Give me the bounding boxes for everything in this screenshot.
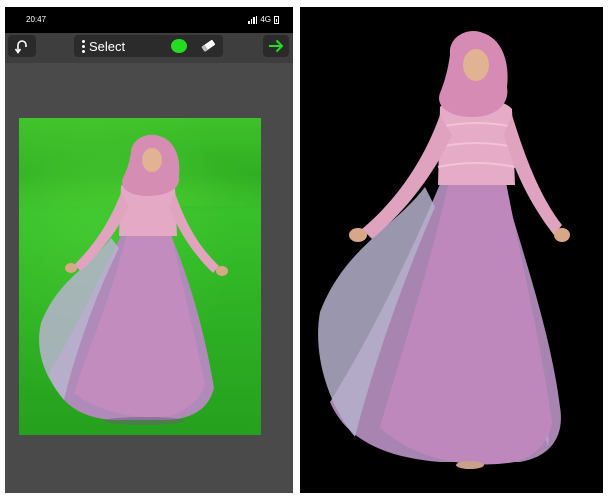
edit-canvas[interactable] (19, 118, 261, 435)
subject-cutout (318, 31, 570, 469)
arrow-right-icon (269, 39, 284, 53)
undo-button[interactable] (8, 35, 36, 57)
select-mode-button[interactable]: Select (89, 39, 125, 54)
eraser-icon[interactable] (199, 38, 217, 54)
status-indicators: 4G (248, 15, 279, 24)
network-label: 4G (260, 15, 271, 24)
more-vert-icon[interactable] (82, 40, 85, 53)
editor-toolbar: Select (5, 33, 293, 63)
status-bar: 20:47 4G (5, 7, 293, 33)
cutout-preview (300, 7, 603, 493)
battery-icon (274, 15, 279, 24)
selection-tool-bar: Select (74, 35, 223, 57)
next-button[interactable] (263, 35, 289, 57)
brush-color-button[interactable] (171, 39, 187, 53)
subject-figure (39, 134, 228, 425)
undo-icon (14, 40, 27, 54)
signal-icon (248, 15, 258, 24)
status-time: 20:47 (26, 15, 47, 24)
phone-editor-screen: 20:47 4G Select (5, 7, 293, 493)
